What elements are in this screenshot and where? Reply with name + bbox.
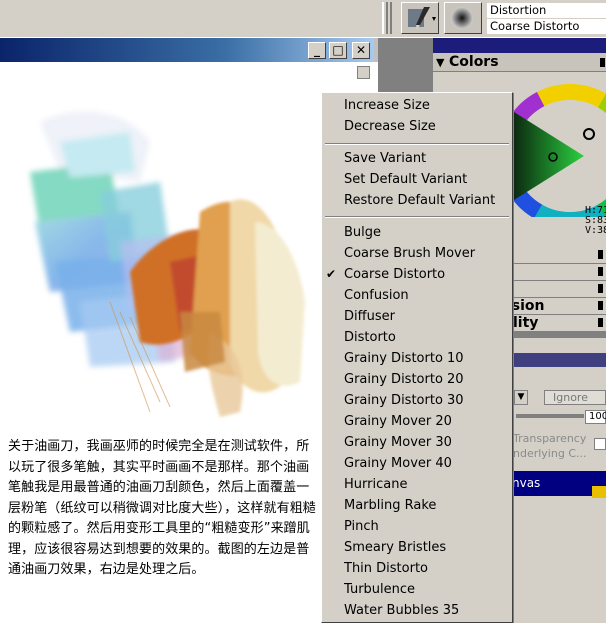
brush-icon [408,7,436,30]
layer-icon[interactable] [592,486,606,498]
menu-item-restore-default-variant[interactable]: Restore Default Variant [344,193,495,208]
minimize-button[interactable]: _ [308,42,326,59]
menu-item-confusion[interactable]: Confusion [344,288,409,303]
brush-category-label: Distortion [487,3,606,18]
transparency-label: Transparency [513,432,587,445]
close-button[interactable]: ✕ [352,42,370,59]
transparency-checkbox[interactable] [594,438,606,450]
ignore-dropdown[interactable]: Ignore [544,390,606,405]
menu-item-decrease-size[interactable]: Decrease Size [344,119,436,134]
colors-panel-titlebar[interactable] [433,38,606,53]
canvas-layer-row[interactable]: nvas [500,471,606,496]
menu-item-hurricane[interactable]: Hurricane [344,477,407,492]
menu-item-pinch[interactable]: Pinch [344,519,379,534]
menu-item-grainy-distorto-20[interactable]: Grainy Distorto 20 [344,372,464,387]
checkmark-icon: ✔ [326,267,337,281]
painting-artwork [30,111,305,417]
brush-variant-label: Coarse Distorto [487,19,606,34]
dab-preview-icon [451,7,473,29]
hsv-readout: H:71 S:83 V:38 [585,206,606,236]
menu-item-marbling-rake[interactable]: Marbling Rake [344,498,436,513]
property-bar: Distortion Coarse Distorto [0,0,606,37]
menu-item-water-bubbles-35[interactable]: Water Bubbles 35 [344,603,459,618]
menu-item-coarse-distorto[interactable]: Coarse Distorto [344,267,445,282]
menu-item-bulge[interactable]: Bulge [344,225,381,240]
canvas-layer-label: nvas [512,476,541,490]
hsv-v: V:38 [585,225,606,236]
opacity-slider[interactable] [516,414,584,418]
menu-item-grainy-mover-20[interactable]: Grainy Mover 20 [344,414,452,429]
menu-separator [325,143,509,145]
panel-menu-icon[interactable] [600,58,605,67]
menu-item-distorto[interactable]: Distorto [344,330,396,345]
menu-item-set-default-variant[interactable]: Set Default Variant [344,172,467,187]
toolbar-gripper-line [386,2,388,34]
menu-item-increase-size[interactable]: Increase Size [344,98,430,113]
menu-item-grainy-distorto-10[interactable]: Grainy Distorto 10 [344,351,464,366]
menu-item-smeary-bristles[interactable]: Smeary Bristles [344,540,446,555]
menu-item-turbulence[interactable]: Turbulence [344,582,415,597]
collapse-triangle-icon[interactable]: ▼ [436,56,444,69]
menu-item-save-variant[interactable]: Save Variant [344,151,426,166]
caption-text: 关于油画刀，我画巫师的时候完全是在测试软件，所以玩了很多笔触，其实平时画画不是那… [8,439,316,577]
brush-variant-context-menu: Increase Size Decrease Size Save Variant… [321,92,513,623]
colors-panel-header[interactable]: ▼ Colors [433,53,606,72]
menu-item-coarse-brush-mover[interactable]: Coarse Brush Mover [344,246,475,261]
menu-item-grainy-mover-40[interactable]: Grainy Mover 40 [344,456,452,471]
menu-item-grainy-mover-30[interactable]: Grainy Mover 30 [344,435,452,450]
menu-separator [325,216,509,218]
underlying-label: nderlying C... [513,447,587,460]
opacity-field[interactable]: 100 [585,410,606,424]
layers-panel-titlebar[interactable] [512,353,606,367]
colors-panel-title: Colors [449,54,499,70]
brush-category-button[interactable] [401,2,439,34]
menu-item-diffuser[interactable]: Diffuser [344,309,395,324]
composite-dropdown-arrow[interactable]: ▼ [514,390,528,405]
menu-item-grainy-distorto-30[interactable]: Grainy Distorto 30 [344,393,464,408]
brush-variant-button[interactable] [444,2,482,34]
maximize-button[interactable]: □ [329,42,347,59]
menu-item-thin-distorto[interactable]: Thin Distorto [344,561,428,576]
